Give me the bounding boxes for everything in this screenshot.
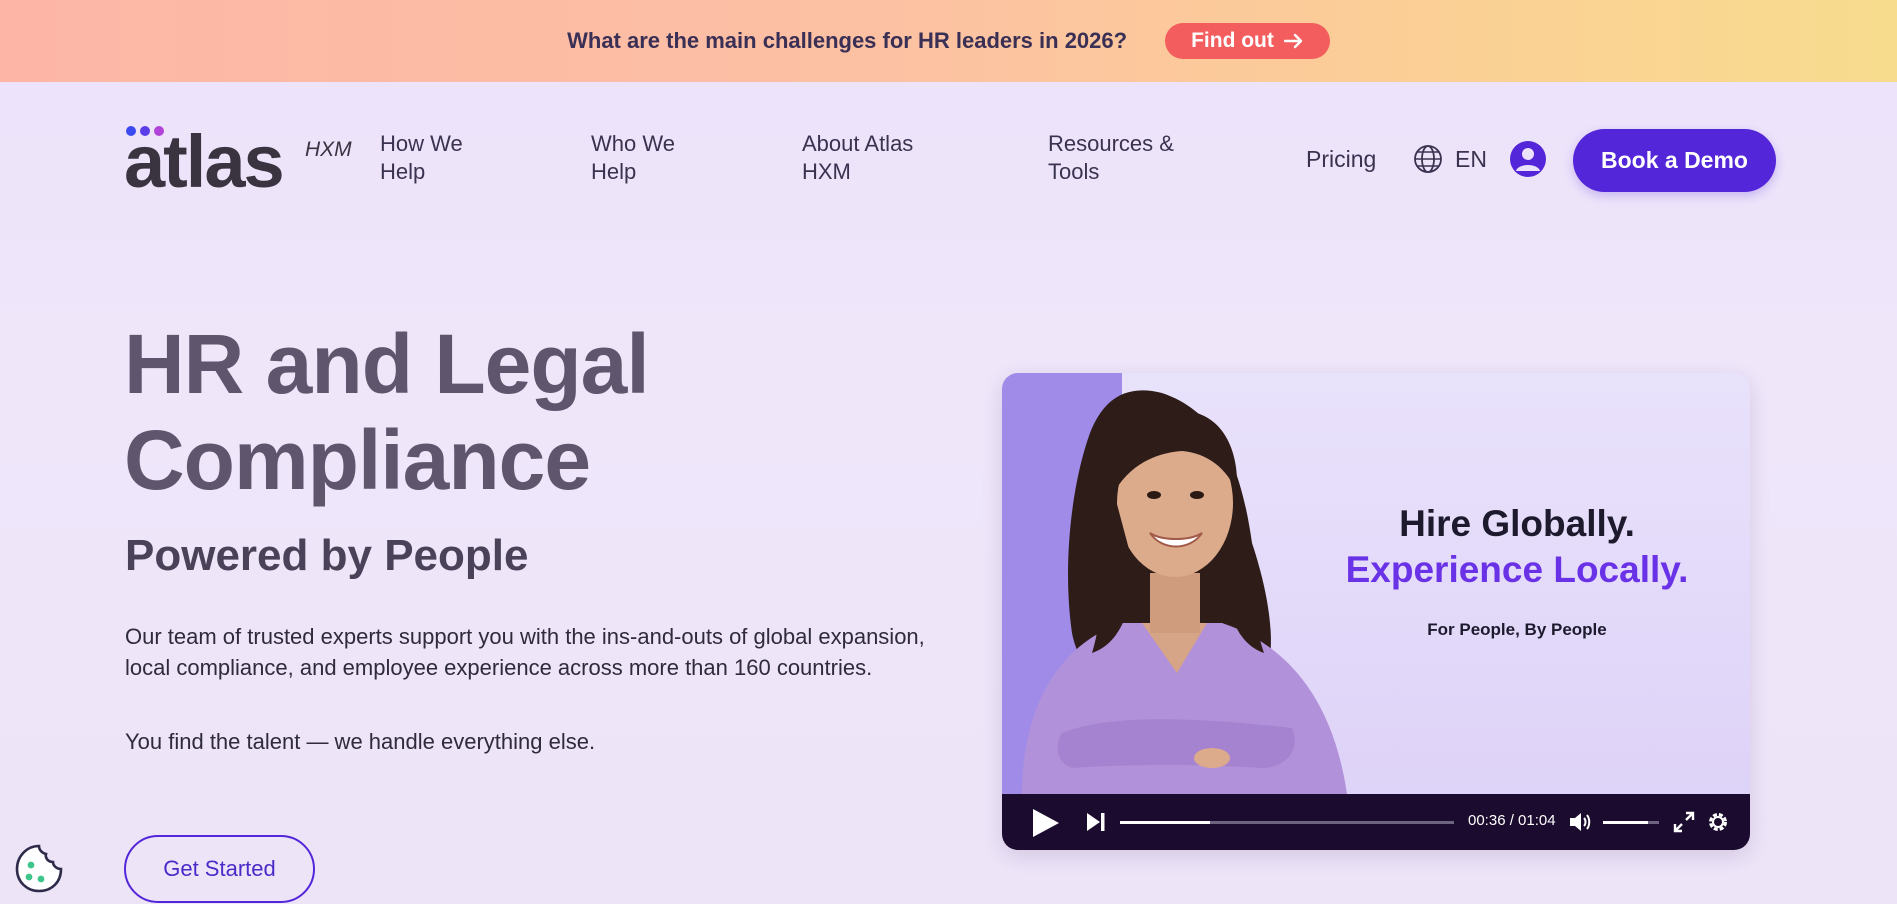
hero-description: Our team of trusted experts support you … — [125, 624, 925, 680]
hero-subtitle: Powered by People — [125, 531, 529, 580]
video-headline-1: Hire Globally. — [1399, 503, 1635, 544]
mute-button[interactable] — [1568, 811, 1592, 838]
settings-button[interactable] — [1707, 811, 1729, 838]
video-controls: 00:36 / 01:04 — [1002, 794, 1750, 850]
nav-label: Help — [591, 159, 637, 184]
find-out-label: Find out — [1191, 29, 1274, 52]
video-headline-2: Experience Locally. — [1345, 549, 1689, 590]
nav-label: Tools — [1048, 159, 1100, 184]
logo-wordmark: atlas — [124, 120, 285, 203]
language-selector[interactable]: EN — [1413, 144, 1487, 174]
volume-slider[interactable] — [1603, 821, 1659, 824]
banner-text: What are the main challenges for HR lead… — [567, 28, 1128, 53]
site-header: atlas HXM How We Help Who We Help About … — [0, 82, 1897, 235]
atlas-logo[interactable]: atlas HXM — [124, 124, 356, 199]
video-time: 00:36 / 01:04 — [1468, 812, 1556, 829]
gear-icon — [1709, 813, 1727, 831]
fullscreen-button[interactable] — [1673, 811, 1695, 838]
globe-icon — [1414, 145, 1442, 173]
nav-label: HXM — [802, 159, 851, 184]
nav-resources-tools[interactable]: Resources & Tools — [1048, 130, 1174, 186]
video-tagline: For People, By People — [1427, 620, 1607, 639]
play-button[interactable] — [1030, 808, 1060, 843]
get-started-button[interactable]: Get Started — [124, 835, 315, 903]
video-progress-bar[interactable] — [1120, 821, 1454, 824]
nav-about-atlas[interactable]: About Atlas HXM — [802, 130, 913, 186]
volume-fill — [1603, 821, 1648, 824]
nav-label: Who We — [591, 131, 675, 156]
hero-title-line2: Compliance — [124, 413, 591, 507]
account-button[interactable] — [1509, 140, 1547, 178]
nav-label: Resources & — [1048, 131, 1174, 156]
cookie-settings-button[interactable] — [13, 843, 65, 895]
announcement-banner: What are the main challenges for HR lead… — [0, 0, 1897, 82]
language-code: EN — [1455, 145, 1487, 172]
video-progress-fill — [1120, 821, 1211, 824]
video-player[interactable]: Hire Globally. Experience Locally. For P… — [1002, 373, 1750, 850]
book-demo-button[interactable]: Book a Demo — [1573, 129, 1776, 192]
nav-how-we-help[interactable]: How We Help — [380, 130, 463, 186]
skip-next-icon — [1087, 813, 1105, 831]
user-icon — [1510, 141, 1546, 177]
cookie-icon — [15, 844, 63, 893]
nav-label: Help — [380, 159, 426, 184]
next-button[interactable] — [1085, 811, 1107, 838]
logo-hxm: HXM — [305, 138, 352, 161]
hero-title: HR and Legal Compliance — [124, 316, 824, 508]
nav-who-we-help[interactable]: Who We Help — [591, 130, 675, 186]
nav-label: How We — [380, 131, 463, 156]
hero-title-line1: HR and Legal — [124, 317, 650, 411]
fullscreen-icon — [1673, 811, 1695, 833]
play-icon — [1033, 809, 1059, 837]
find-out-button[interactable]: Find out — [1165, 23, 1330, 59]
volume-icon — [1570, 813, 1591, 831]
arrow-right-icon — [1283, 33, 1303, 49]
hero-tagline: You find the talent — we handle everythi… — [125, 729, 596, 754]
nav-label: About Atlas — [802, 131, 914, 156]
nav-pricing[interactable]: Pricing — [1306, 146, 1376, 173]
